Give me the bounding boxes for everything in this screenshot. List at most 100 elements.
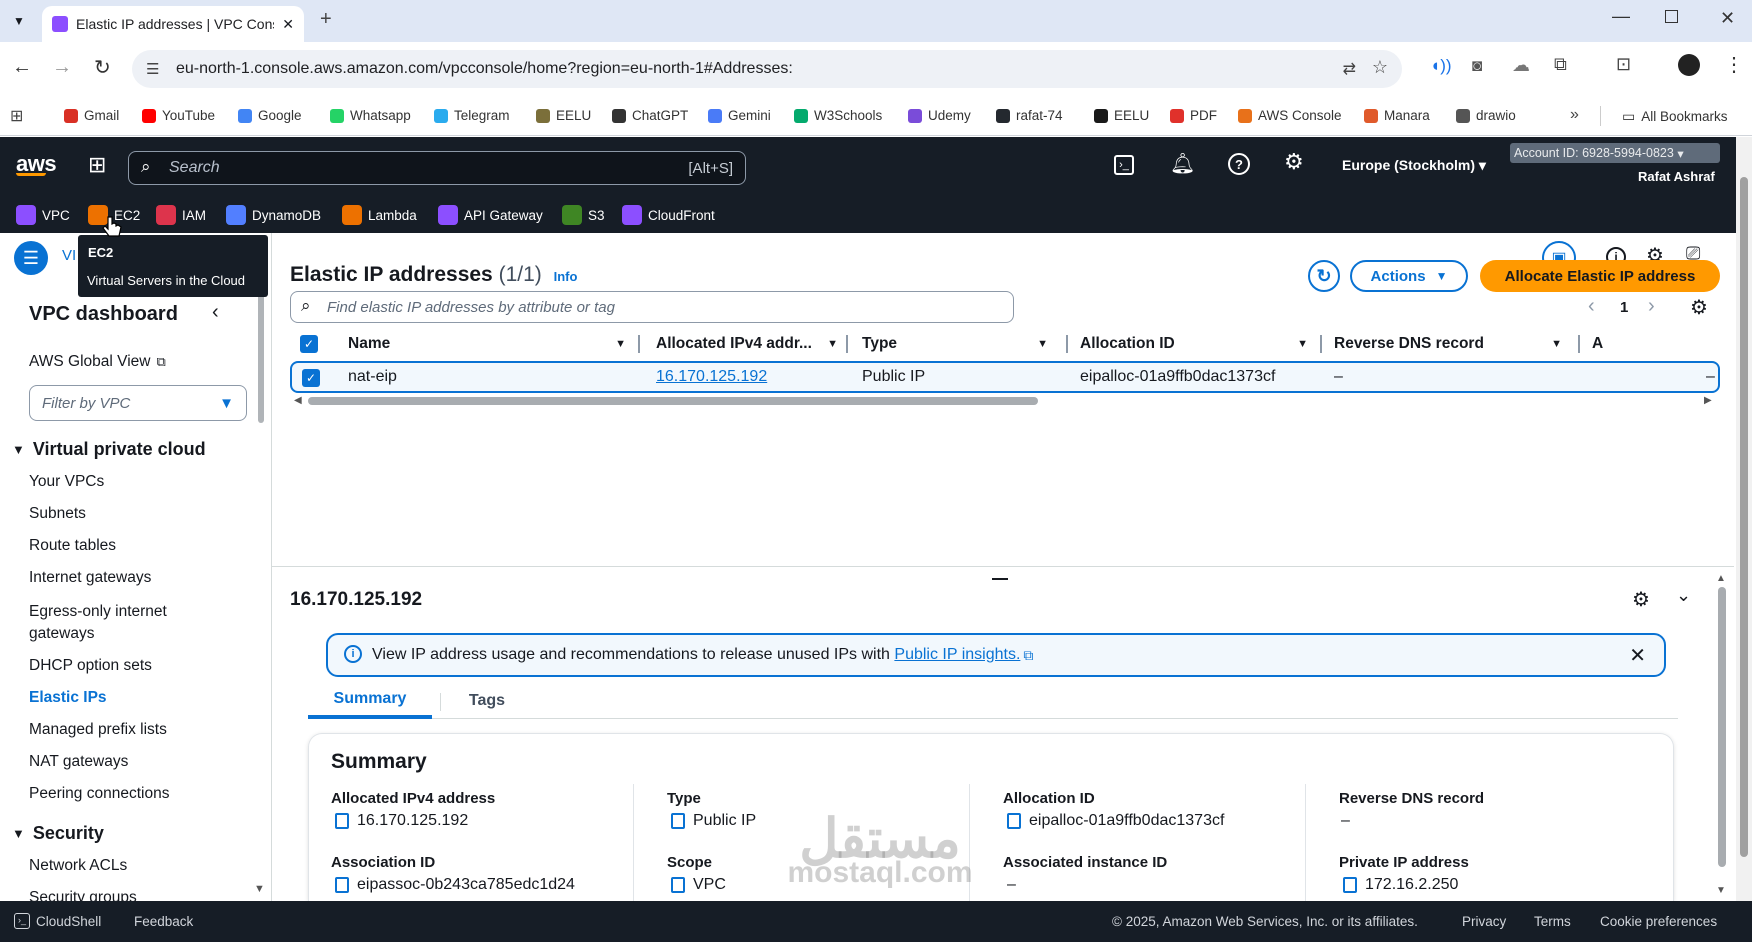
aws-logo[interactable]: aws — [16, 151, 57, 176]
sidebar-item-network-acls[interactable]: Network ACLs — [29, 857, 127, 875]
help-icon[interactable]: ? — [1228, 153, 1250, 175]
filter-by-vpc-select[interactable]: Filter by VPC ▼ — [29, 385, 247, 421]
public-ip-insights-link[interactable]: Public IP insights. — [894, 646, 1020, 664]
new-tab-icon[interactable]: + — [320, 8, 332, 31]
sidebar-item-nat-gateways[interactable]: NAT gateways — [29, 753, 128, 771]
copy-icon[interactable] — [1007, 810, 1028, 829]
close-window-icon[interactable]: ✕ — [1720, 8, 1735, 29]
next-page-icon[interactable]: › — [1648, 295, 1655, 318]
dismiss-alert-icon[interactable]: ✕ — [1629, 643, 1646, 668]
info-link[interactable]: Info — [554, 269, 578, 284]
favorite-iam[interactable]: IAM — [156, 205, 206, 225]
detail-preferences-icon[interactable]: ⚙ — [1632, 587, 1650, 612]
bookmark-rafat[interactable]: rafat-74 — [996, 108, 1063, 123]
favorite-lambda[interactable]: Lambda — [342, 205, 417, 225]
bookmark-youtube[interactable]: YouTube — [142, 108, 215, 123]
cloudshell-footer-button[interactable]: ›_ CloudShell — [14, 913, 101, 929]
sidebar-item-your-vpcs[interactable]: Your VPCs — [29, 473, 104, 491]
search-input[interactable]: ⌕ Search [Alt+S] — [128, 151, 746, 185]
read-aloud-icon[interactable]: ◖)) — [1430, 56, 1452, 76]
bookmark-drawio[interactable]: drawio — [1456, 108, 1516, 123]
terms-link[interactable]: Terms — [1534, 914, 1571, 929]
favorite-cloudfront[interactable]: CloudFront — [622, 205, 715, 225]
column-allocation-id[interactable]: Allocation ID ▼ — [1080, 327, 1320, 361]
close-tab-icon[interactable]: ✕ — [282, 16, 294, 33]
copy-icon[interactable] — [335, 810, 356, 829]
browser-tab-active[interactable]: Elastic IP addresses | VPC Conso ✕ — [42, 6, 304, 42]
bookmark-whatsapp[interactable]: Whatsapp — [330, 108, 411, 123]
favorite-dynamodb[interactable]: DynamoDB — [226, 205, 321, 225]
menu-kebab-icon[interactable]: ⋮ — [1724, 52, 1744, 77]
filter-input[interactable]: ⌕ Find elastic IP addresses by attribute… — [290, 291, 1014, 323]
scroll-right-icon[interactable]: ▶ — [1704, 395, 1712, 406]
column-name[interactable]: Name ▼ — [348, 327, 638, 361]
page-scrollbar[interactable] — [1736, 137, 1752, 942]
table-row[interactable]: ✓ nat-eip 16.170.125.192 Public IP eipal… — [290, 361, 1720, 393]
select-all-checkbox[interactable]: ✓ — [300, 335, 318, 353]
collapse-detail-icon[interactable]: ⌄ — [1676, 585, 1691, 606]
bookmark-pdf[interactable]: PDF — [1170, 108, 1217, 123]
page-number[interactable]: 1 — [1620, 299, 1628, 316]
privacy-link[interactable]: Privacy — [1462, 914, 1506, 929]
camera-icon[interactable]: ◙ — [1472, 56, 1482, 76]
profile-avatar[interactable] — [1678, 54, 1700, 76]
bookmark-aws-console[interactable]: AWS Console — [1238, 108, 1342, 123]
row-ip-link[interactable]: 16.170.125.192 — [656, 368, 767, 386]
tab-tags[interactable]: Tags — [442, 683, 532, 719]
sidebar-item-egress-only[interactable]: Egress-only internet gateways — [29, 601, 219, 645]
favorite-api-gateway[interactable]: API Gateway — [438, 205, 543, 225]
back-icon[interactable]: ← — [12, 56, 32, 79]
column-extra[interactable]: A — [1592, 327, 1612, 361]
sidebar-item-peering-connections[interactable]: Peering connections — [29, 785, 169, 803]
split-panel-divider[interactable] — [272, 566, 1734, 567]
tab-list-icon[interactable]: ▼ — [8, 10, 30, 32]
feedback-link[interactable]: Feedback — [134, 914, 193, 929]
page-scroll-thumb[interactable] — [1740, 177, 1748, 857]
sidebar-item-subnets[interactable]: Subnets — [29, 505, 86, 523]
prev-page-icon[interactable]: ‹ — [1588, 295, 1595, 318]
table-preferences-icon[interactable]: ⚙ — [1690, 295, 1708, 320]
scroll-left-icon[interactable]: ◀ — [294, 395, 302, 406]
url-bar[interactable]: ☰ eu-north-1.console.aws.amazon.com/vpcc… — [132, 50, 1402, 88]
resize-handle[interactable] — [992, 578, 1008, 580]
sidebar-item-route-tables[interactable]: Route tables — [29, 537, 116, 555]
refresh-button[interactable]: ↻ — [1308, 260, 1340, 292]
tab-summary[interactable]: Summary — [308, 683, 432, 719]
translate-icon[interactable]: ⇄ — [1343, 59, 1356, 79]
row-checkbox[interactable]: ✓ — [302, 369, 320, 387]
extensions-icon[interactable]: ⧉ — [1554, 54, 1567, 75]
bookmark-gmail[interactable]: Gmail — [64, 108, 119, 123]
site-settings-icon[interactable]: ☰ — [146, 60, 159, 78]
copy-icon[interactable] — [671, 810, 692, 829]
bookmark-gemini[interactable]: Gemini — [708, 108, 771, 123]
services-grid-icon[interactable]: ⊞ — [88, 152, 106, 178]
sidebar-item-security-groups[interactable]: Security groups — [29, 889, 137, 901]
section-virtual-private-cloud[interactable]: ▼ Virtual private cloud — [12, 439, 206, 460]
settings-gear-icon[interactable]: ⚙ — [1284, 149, 1304, 175]
sidebar-item-elastic-ips[interactable]: Elastic IPs — [29, 689, 107, 707]
sidebar-item-internet-gateways[interactable]: Internet gateways — [29, 569, 151, 587]
horizontal-scrollbar[interactable] — [308, 397, 1038, 405]
sidebar-item-global-view[interactable]: AWS Global View ⧉ — [29, 353, 166, 371]
bell-icon[interactable]: 🔔︎ — [1170, 151, 1195, 176]
scroll-up-icon[interactable]: ▲ — [1716, 573, 1726, 584]
detail-scrollbar[interactable] — [1718, 587, 1726, 867]
all-bookmarks[interactable]: ▭ All Bookmarks — [1622, 108, 1728, 125]
column-type[interactable]: Type ▼ — [862, 327, 1062, 361]
reload-icon[interactable]: ↻ — [94, 55, 111, 80]
column-reverse-dns[interactable]: Reverse DNS record ▼ — [1334, 327, 1574, 361]
bookmark-star-icon[interactable]: ☆ — [1372, 57, 1388, 78]
forward-icon[interactable]: → — [52, 56, 72, 79]
account-menu[interactable]: Account ID: 6928-5994-0823 ▾ — [1510, 143, 1720, 163]
cookie-preferences-link[interactable]: Cookie preferences — [1600, 914, 1717, 929]
apps-grid-icon[interactable]: ⊞ — [10, 106, 23, 126]
bookmark-manara[interactable]: Manara — [1364, 108, 1430, 123]
favorite-vpc[interactable]: VPC — [16, 205, 70, 225]
minimize-icon[interactable]: — — [1612, 6, 1630, 27]
copy-icon[interactable] — [335, 874, 356, 893]
sidebar-title[interactable]: VPC dashboard — [29, 303, 178, 326]
scroll-down-icon[interactable]: ▼ — [1716, 885, 1726, 896]
column-allocated-ipv4[interactable]: Allocated IPv4 addr... ▼ — [656, 327, 850, 361]
allocate-eip-button[interactable]: Allocate Elastic IP address — [1480, 260, 1720, 292]
bookmark-eelu[interactable]: EELU — [536, 108, 591, 123]
